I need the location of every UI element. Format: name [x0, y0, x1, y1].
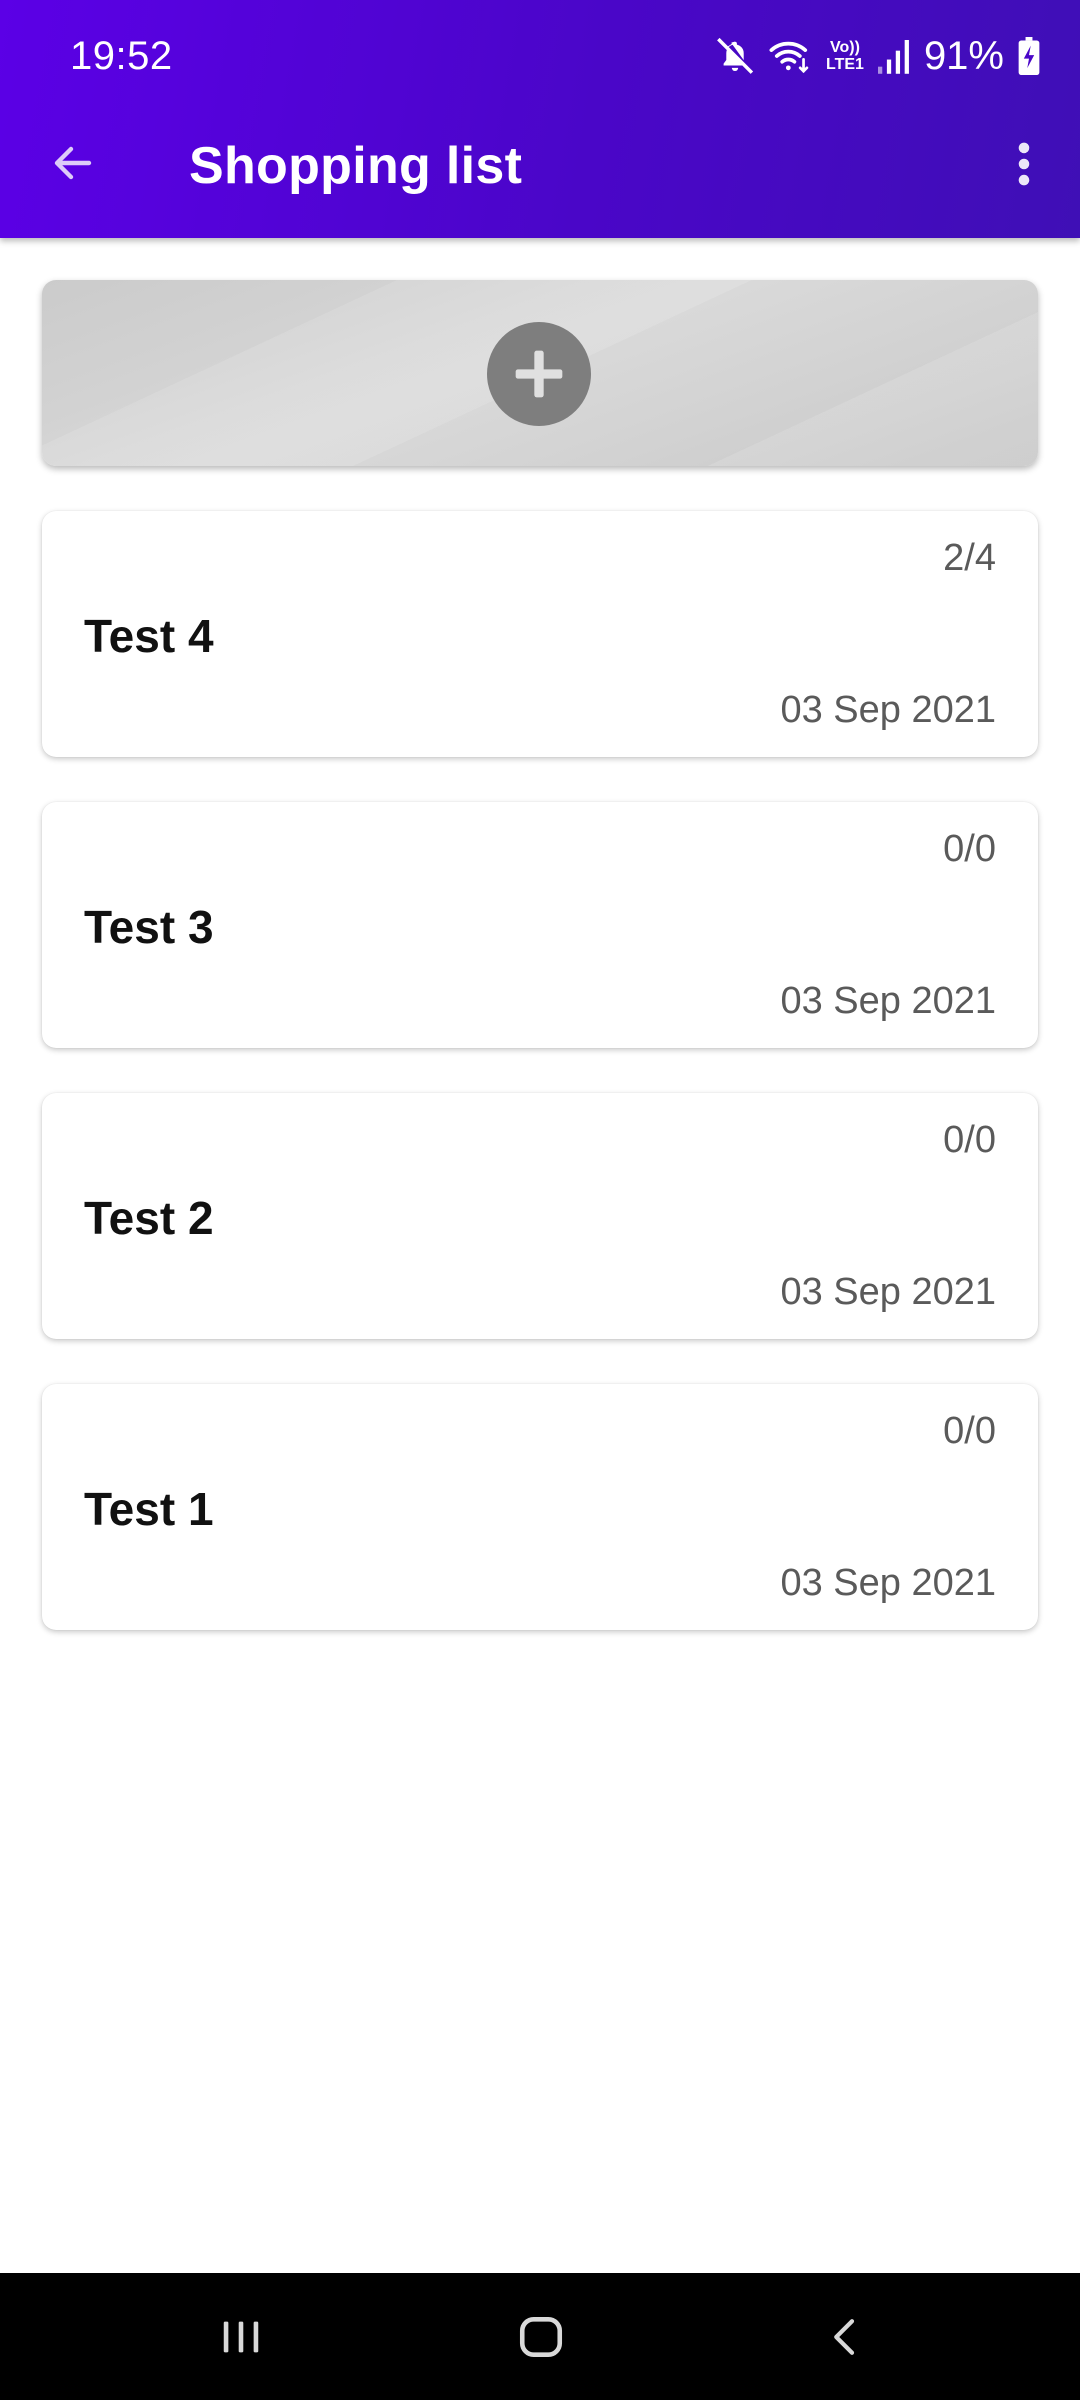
- volte-icon: Vo)) LTE1: [826, 39, 864, 73]
- home-button[interactable]: [486, 2297, 596, 2377]
- overflow-menu-button[interactable]: [996, 128, 1052, 200]
- system-back-button[interactable]: [790, 2297, 900, 2377]
- list-date: 03 Sep 2021: [780, 980, 996, 1022]
- recents-button[interactable]: [186, 2297, 296, 2377]
- plus-icon: [515, 350, 563, 398]
- wifi-icon: [768, 37, 812, 75]
- list-name: Test 2: [84, 1192, 214, 1244]
- list-date: 03 Sep 2021: [780, 689, 996, 731]
- status-time: 19:52: [70, 34, 173, 78]
- battery-percent: 91%: [923, 34, 1004, 78]
- item-count: 0/0: [943, 828, 996, 870]
- page-title: Shopping list: [189, 137, 523, 195]
- add-circle: [487, 322, 591, 426]
- more-vert-icon: [1018, 142, 1030, 186]
- battery-charging-icon: [1018, 37, 1040, 75]
- signal-icon: [877, 38, 910, 74]
- list-name: Test 1: [84, 1483, 214, 1535]
- item-count: 0/0: [943, 1119, 996, 1161]
- status-icons: Vo)) LTE1 91%: [716, 28, 1040, 84]
- back-button[interactable]: [38, 128, 108, 198]
- list-card[interactable]: 0/0 Test 2 03 Sep 2021: [42, 1093, 1038, 1339]
- recents-icon: [223, 2321, 259, 2353]
- list-name: Test 4: [84, 610, 214, 662]
- list-date: 03 Sep 2021: [780, 1562, 996, 1604]
- list-card[interactable]: 0/0 Test 3 03 Sep 2021: [42, 802, 1038, 1048]
- item-count: 0/0: [943, 1410, 996, 1452]
- app-bar: 19:52 Vo)) LTE1 91% Shopping list: [0, 0, 1080, 238]
- arrow-back-icon: [54, 146, 92, 180]
- nav-back-icon: [834, 2319, 855, 2355]
- list-card[interactable]: 0/0 Test 1 03 Sep 2021: [42, 1384, 1038, 1630]
- list-card[interactable]: 2/4 Test 4 03 Sep 2021: [42, 511, 1038, 757]
- mute-icon: [716, 37, 754, 75]
- item-count: 2/4: [943, 537, 996, 579]
- list-name: Test 3: [84, 901, 214, 953]
- list-date: 03 Sep 2021: [780, 1271, 996, 1313]
- home-icon: [519, 2317, 563, 2357]
- system-nav-bar: [0, 2273, 1080, 2400]
- add-list-button[interactable]: [42, 280, 1038, 466]
